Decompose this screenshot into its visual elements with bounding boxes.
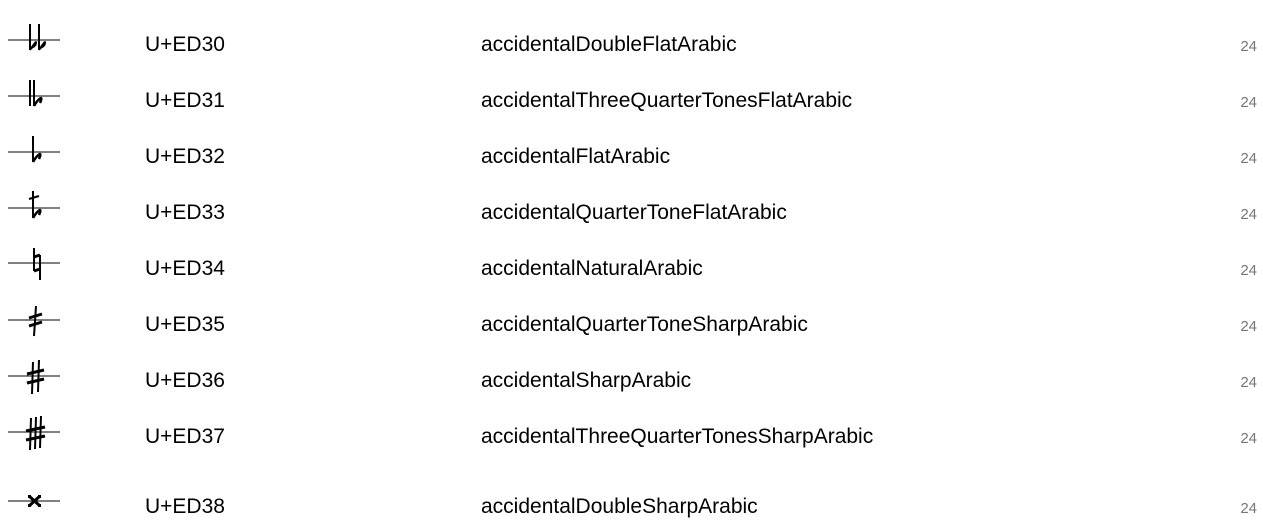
codepoint: U+ED33 <box>145 201 225 224</box>
glyph-name: accidentalSharpArabic <box>481 369 692 392</box>
version-number: 24 <box>1240 150 1257 167</box>
glyph-name: accidentalDoubleFlatArabic <box>481 33 737 56</box>
accidental-three-quarter-tones-flat-arabic-icon <box>4 74 64 130</box>
codepoint: U+ED37 <box>145 425 225 448</box>
codepoint: U+ED32 <box>145 145 225 168</box>
glyph-name: accidentalNaturalArabic <box>481 257 703 280</box>
codepoint: U+ED35 <box>145 313 225 336</box>
accidental-double-flat-arabic-icon <box>4 18 64 74</box>
version-number: 24 <box>1240 38 1257 55</box>
glyph-name: accidentalThreeQuarterTonesFlatArabic <box>481 89 853 112</box>
accidental-double-sharp-arabic-icon <box>4 466 64 522</box>
codepoint: U+ED31 <box>145 89 225 112</box>
glyph-name: accidentalQuarterToneSharpArabic <box>481 313 808 336</box>
glyph-row: U+ED31 accidentalThreeQuarterTonesFlatAr… <box>0 74 1263 130</box>
glyph-name: accidentalFlatArabic <box>481 145 671 168</box>
codepoint: U+ED38 <box>145 495 225 518</box>
accidental-quarter-tone-sharp-arabic-icon <box>4 298 64 354</box>
glyph-row: U+ED33 accidentalQuarterToneFlatArabic 2… <box>0 186 1263 242</box>
accidental-flat-arabic-icon <box>4 130 64 186</box>
accidental-sharp-arabic-icon <box>4 354 64 410</box>
glyph-row: U+ED34 accidentalNaturalArabic 24 <box>0 242 1263 298</box>
glyph-row: U+ED37 accidentalThreeQuarterTonesSharpA… <box>0 410 1263 466</box>
codepoint: U+ED36 <box>145 369 225 392</box>
glyph-row: U+ED32 accidentalFlatArabic 24 <box>0 130 1263 186</box>
version-number: 24 <box>1240 262 1257 279</box>
codepoint: U+ED30 <box>145 33 225 56</box>
glyph-name: accidentalThreeQuarterTonesSharpArabic <box>481 425 874 448</box>
accidental-natural-arabic-icon <box>4 242 64 298</box>
accidental-three-quarter-tones-sharp-arabic-icon <box>4 410 64 466</box>
glyph-row: U+ED30 accidentalDoubleFlatArabic 24 <box>0 18 1263 74</box>
codepoint: U+ED34 <box>145 257 225 280</box>
glyph-row: U+ED35 accidentalQuarterToneSharpArabic … <box>0 298 1263 354</box>
glyph-row: U+ED38 accidentalDoubleSharpArabic 24 <box>0 466 1263 522</box>
version-number: 24 <box>1240 500 1257 517</box>
glyph-name: accidentalQuarterToneFlatArabic <box>481 201 787 224</box>
glyph-row: U+ED36 accidentalSharpArabic 24 <box>0 354 1263 410</box>
version-number: 24 <box>1240 94 1257 111</box>
glyph-table: U+ED30 accidentalDoubleFlatArabic 24 U+E… <box>0 0 1263 530</box>
version-number: 24 <box>1240 430 1257 447</box>
version-number: 24 <box>1240 374 1257 391</box>
accidental-quarter-tone-flat-arabic-icon <box>4 186 64 242</box>
version-number: 24 <box>1240 318 1257 335</box>
version-number: 24 <box>1240 206 1257 223</box>
glyph-name: accidentalDoubleSharpArabic <box>481 495 758 518</box>
